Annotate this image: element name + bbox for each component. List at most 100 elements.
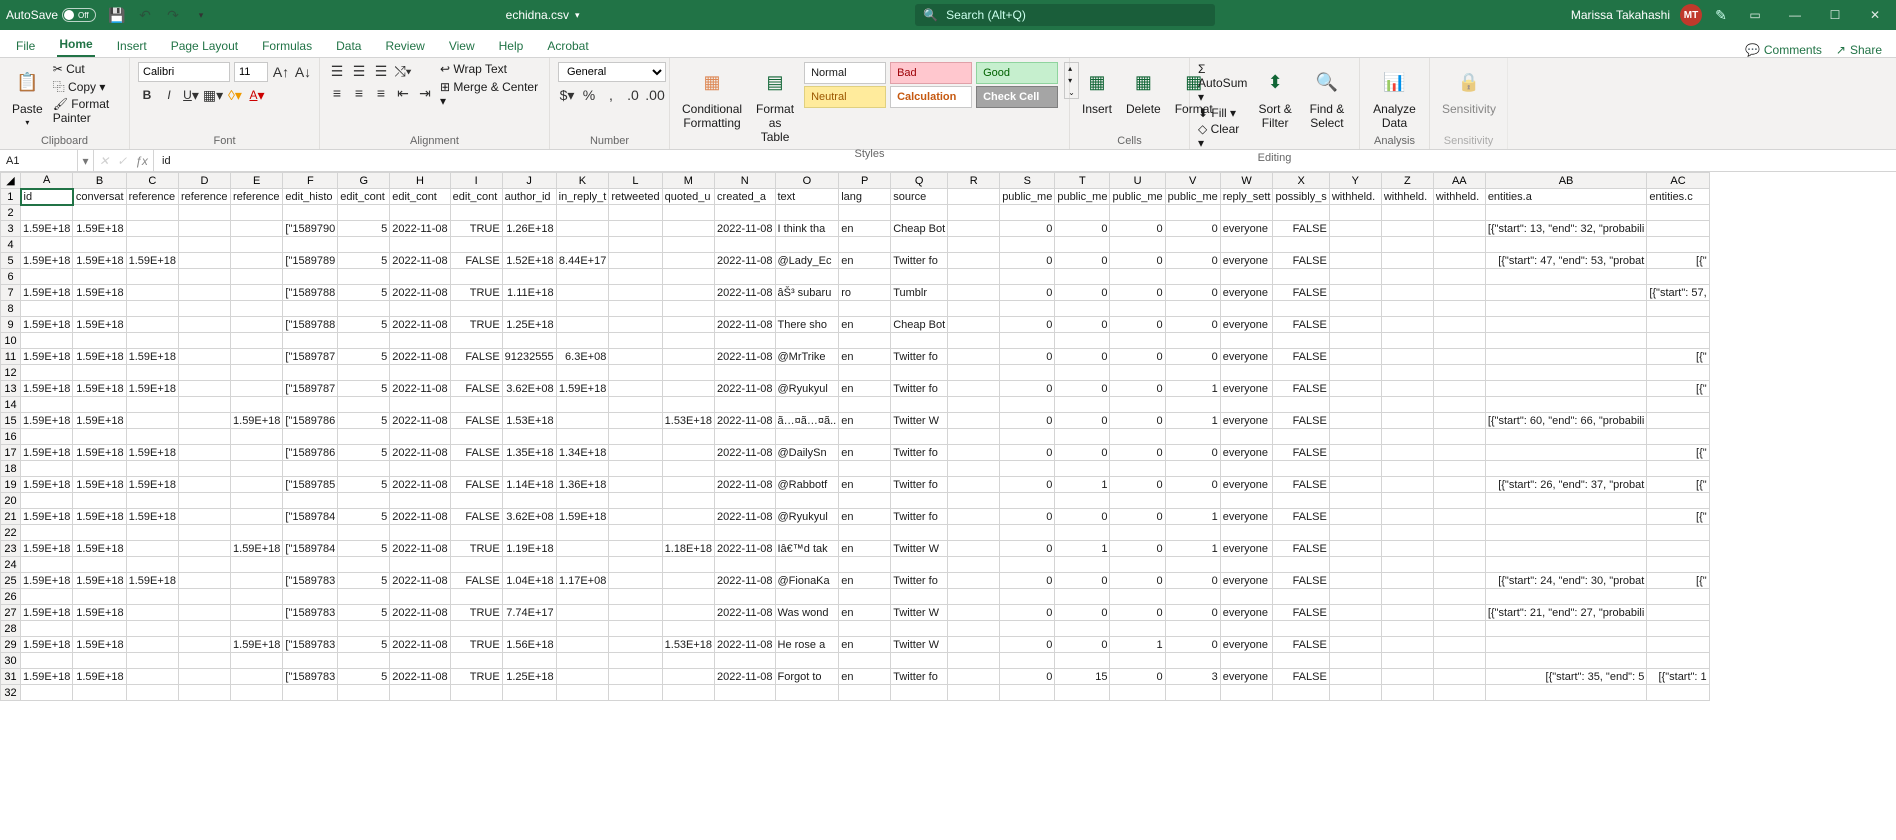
cell[interactable]: 2022-11-08: [390, 445, 450, 461]
cell[interactable]: 1.59E+18: [126, 253, 178, 269]
merge-center-button[interactable]: ⊞ Merge & Center ▾: [440, 80, 541, 108]
cell[interactable]: [1220, 461, 1273, 477]
cell[interactable]: [283, 525, 338, 541]
cell[interactable]: ["1589785: [283, 477, 338, 493]
cell[interactable]: [1273, 653, 1329, 669]
cell[interactable]: 1.19E+18: [502, 541, 556, 557]
cell[interactable]: [1485, 317, 1647, 333]
cell[interactable]: 2022-11-08: [715, 445, 775, 461]
cell[interactable]: [1433, 445, 1485, 461]
cell[interactable]: [1329, 253, 1381, 269]
cell[interactable]: 2022-11-08: [715, 285, 775, 301]
cell[interactable]: 1.59E+18: [73, 573, 126, 589]
cell[interactable]: [1220, 301, 1273, 317]
cell[interactable]: public_me: [1000, 189, 1055, 205]
cell[interactable]: everyone: [1220, 669, 1273, 685]
cell[interactable]: [1329, 557, 1381, 573]
cell[interactable]: Iâ€™d tak: [775, 541, 839, 557]
style-calculation[interactable]: Calculation: [890, 86, 972, 108]
cell[interactable]: everyone: [1220, 509, 1273, 525]
cell[interactable]: Tumblr: [891, 285, 948, 301]
cell[interactable]: 0: [1055, 253, 1110, 269]
cell[interactable]: FALSE: [450, 349, 502, 365]
tab-insert[interactable]: Insert: [115, 35, 149, 57]
cell[interactable]: [609, 493, 662, 509]
cell[interactable]: [1381, 349, 1433, 365]
cell[interactable]: [{"start": 47, "end": 53, "probat: [1485, 253, 1647, 269]
cell[interactable]: [126, 525, 178, 541]
cell[interactable]: [231, 605, 283, 621]
cell[interactable]: [{"start": 1: [1647, 669, 1709, 685]
cell[interactable]: [126, 637, 178, 653]
cell[interactable]: 2022-11-08: [390, 509, 450, 525]
cell[interactable]: [948, 317, 1000, 333]
cell[interactable]: [179, 525, 231, 541]
sort-filter-button[interactable]: ⬍Sort & Filter: [1253, 62, 1297, 132]
cell[interactable]: [1647, 493, 1709, 509]
cell[interactable]: [1000, 397, 1055, 413]
cell[interactable]: 0: [1000, 381, 1055, 397]
cell[interactable]: [1647, 301, 1709, 317]
cell[interactable]: FALSE: [450, 477, 502, 493]
cell[interactable]: [891, 397, 948, 413]
cell[interactable]: [{": [1647, 253, 1709, 269]
cell[interactable]: [1329, 445, 1381, 461]
cell[interactable]: [338, 493, 390, 509]
cell[interactable]: [450, 589, 502, 605]
cell[interactable]: [1647, 653, 1709, 669]
cell[interactable]: [1381, 493, 1433, 509]
cell[interactable]: [1433, 413, 1485, 429]
cell[interactable]: [609, 365, 662, 381]
row-header[interactable]: 12: [1, 365, 21, 381]
cell[interactable]: [1381, 669, 1433, 685]
cell[interactable]: [948, 253, 1000, 269]
name-box-dropdown[interactable]: ▾: [78, 150, 94, 171]
row-header[interactable]: 20: [1, 493, 21, 509]
border-icon[interactable]: ▦▾: [204, 86, 222, 104]
cell[interactable]: [609, 653, 662, 669]
cell[interactable]: 1.59E+18: [126, 445, 178, 461]
cell[interactable]: en: [839, 509, 891, 525]
cell[interactable]: [1381, 637, 1433, 653]
cell[interactable]: text: [775, 189, 839, 205]
decrease-decimal-icon[interactable]: .00: [646, 86, 664, 104]
cell[interactable]: 1.59E+18: [21, 349, 73, 365]
avatar[interactable]: MT: [1680, 4, 1702, 26]
qat-dropdown-icon[interactable]: ▾: [192, 6, 210, 24]
cell[interactable]: 1.59E+18: [21, 573, 73, 589]
cell[interactable]: [179, 653, 231, 669]
cell[interactable]: 0: [1055, 605, 1110, 621]
cell[interactable]: [231, 685, 283, 701]
cell[interactable]: [839, 461, 891, 477]
col-header-R[interactable]: R: [948, 173, 1000, 189]
cell[interactable]: [1220, 397, 1273, 413]
cell[interactable]: [338, 461, 390, 477]
cell[interactable]: 1.59E+18: [21, 477, 73, 493]
cell[interactable]: [609, 589, 662, 605]
cell[interactable]: [662, 253, 714, 269]
cell[interactable]: [231, 589, 283, 605]
cell[interactable]: [715, 493, 775, 509]
cell[interactable]: FALSE: [1273, 317, 1329, 333]
name-box[interactable]: A1: [0, 150, 78, 171]
cell[interactable]: [1273, 685, 1329, 701]
cell[interactable]: [1381, 621, 1433, 637]
row-header[interactable]: 24: [1, 557, 21, 573]
cell[interactable]: 0: [1055, 285, 1110, 301]
cell[interactable]: [1381, 573, 1433, 589]
cell[interactable]: [1273, 237, 1329, 253]
cell[interactable]: [1485, 429, 1647, 445]
cell[interactable]: [1485, 541, 1647, 557]
cell[interactable]: [73, 333, 126, 349]
cell[interactable]: [609, 349, 662, 365]
cell[interactable]: [231, 477, 283, 493]
cell[interactable]: reference: [231, 189, 283, 205]
row-header[interactable]: 6: [1, 269, 21, 285]
cell[interactable]: [390, 429, 450, 445]
col-header-AB[interactable]: AB: [1485, 173, 1647, 189]
cell[interactable]: [839, 525, 891, 541]
cell[interactable]: [73, 525, 126, 541]
cell[interactable]: [609, 685, 662, 701]
row-header[interactable]: 25: [1, 573, 21, 589]
cell[interactable]: 1.59E+18: [21, 541, 73, 557]
